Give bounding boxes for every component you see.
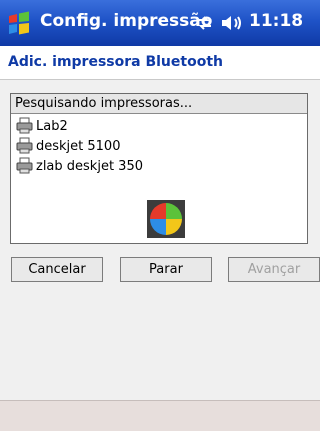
next-button[interactable]: Avançar bbox=[228, 257, 320, 282]
clock[interactable]: 11:18 bbox=[249, 11, 303, 31]
printer-item-zlab-deskjet-350[interactable]: zlab deskjet 350 bbox=[15, 156, 143, 176]
connectivity-icon[interactable] bbox=[194, 13, 214, 33]
searching-spinner-icon bbox=[147, 200, 185, 238]
printer-list[interactable]: Pesquisando impressoras... Lab2 deskjet … bbox=[10, 93, 308, 244]
stop-button[interactable]: Parar bbox=[120, 257, 212, 282]
app-title: Config. impressão bbox=[40, 11, 213, 31]
title-bar: Config. impressão 11:18 bbox=[0, 0, 320, 46]
search-status: Pesquisando impressoras... bbox=[11, 94, 307, 114]
printer-icon bbox=[16, 137, 33, 154]
printer-item-deskjet-5100[interactable]: deskjet 5100 bbox=[15, 136, 120, 156]
printer-icon bbox=[16, 157, 33, 174]
printer-item-lab2[interactable]: Lab2 bbox=[15, 116, 68, 136]
printer-icon bbox=[16, 117, 33, 134]
volume-icon[interactable] bbox=[220, 13, 246, 33]
softkey-bar bbox=[0, 400, 320, 431]
printer-name: deskjet 5100 bbox=[36, 138, 121, 154]
printer-name: Lab2 bbox=[36, 118, 68, 134]
screen-header: Adic. impressora Bluetooth bbox=[0, 46, 320, 80]
screen-heading: Adic. impressora Bluetooth bbox=[8, 54, 223, 70]
cancel-button[interactable]: Cancelar bbox=[11, 257, 103, 282]
printer-name: zlab deskjet 350 bbox=[36, 158, 143, 174]
windows-start-icon[interactable] bbox=[6, 10, 32, 36]
